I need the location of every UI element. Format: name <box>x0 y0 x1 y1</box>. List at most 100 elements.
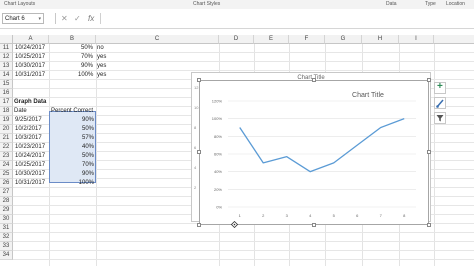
col-header-b[interactable]: B <box>49 35 96 44</box>
cell-b12[interactable]: 70% <box>81 53 93 62</box>
row-header-31[interactable]: 31 <box>0 224 13 233</box>
row-header-13[interactable]: 13 <box>0 62 13 71</box>
cell-b13[interactable]: 90% <box>81 62 93 71</box>
date-header[interactable]: Date <box>14 107 27 116</box>
row-header-29[interactable]: 29 <box>0 206 13 215</box>
graph-value-cell[interactable]: 90% <box>0 170 94 179</box>
resize-handle[interactable] <box>427 78 431 82</box>
formula-bar: Chart 6 ▾ ✕ ✓ fx <box>0 9 474 29</box>
col-header-f[interactable]: F <box>289 35 325 44</box>
data-label[interactable]: Data <box>386 1 397 7</box>
plus-icon: + <box>437 81 443 92</box>
chart-styles-label[interactable]: Chart Styles <box>193 1 220 7</box>
series-line[interactable] <box>239 118 405 173</box>
col-header-c[interactable]: C <box>96 35 219 44</box>
x-tick-label: 5 <box>333 213 336 218</box>
y-tick-label: 0% <box>216 205 222 210</box>
chart-title[interactable]: Chart Title <box>352 92 384 99</box>
select-all-corner[interactable] <box>0 35 13 44</box>
col-header-a[interactable]: A <box>13 35 49 44</box>
col-header-g[interactable]: G <box>325 35 362 44</box>
row-header-15[interactable]: 15 <box>0 80 13 89</box>
separator <box>55 13 56 24</box>
row-header-18[interactable]: 18 <box>0 107 13 116</box>
formula-input[interactable] <box>100 13 473 24</box>
row-header-28[interactable]: 28 <box>0 197 13 206</box>
row-header-32[interactable]: 32 <box>0 233 13 242</box>
row-header-16[interactable]: 16 <box>0 89 13 98</box>
resize-handle[interactable] <box>197 223 201 227</box>
y-tick-label: 80% <box>214 134 222 139</box>
resize-handle[interactable] <box>197 150 201 154</box>
gridline <box>13 259 474 260</box>
enter-icon[interactable]: ✓ <box>74 13 81 24</box>
col-header-e[interactable]: E <box>254 35 289 44</box>
chevron-down-icon[interactable]: ▾ <box>38 14 41 25</box>
col-header-i[interactable]: I <box>399 35 434 44</box>
cancel-icon[interactable]: ✕ <box>61 13 68 24</box>
graph-value-cell[interactable]: 57% <box>0 134 94 143</box>
line-chart[interactable]: Chart Title 0% 20% 40% 60% 80% 100% 120% 1 2 3 4 5 6 7… <box>199 80 429 225</box>
axis-tick-label: 12 <box>194 85 199 90</box>
fx-icon[interactable]: fx <box>88 13 94 24</box>
percent-correct-header[interactable]: Percent Correct <box>51 107 93 116</box>
graph-data-heading[interactable]: Graph Data <box>14 98 46 107</box>
resize-handle[interactable] <box>427 150 431 154</box>
name-box[interactable]: Chart 6 ▾ <box>2 13 44 24</box>
cell-a13[interactable]: 10/30/2017 <box>15 62 45 71</box>
row-header-17[interactable]: 17 <box>0 98 13 107</box>
x-tick-label: 8 <box>403 213 406 218</box>
location-label[interactable]: Location <box>446 1 465 7</box>
cell-c13[interactable]: yes <box>97 62 106 71</box>
chart-styles-button[interactable] <box>434 97 446 109</box>
graph-value-cell[interactable]: 100% <box>0 179 94 188</box>
row-header-14[interactable]: 14 <box>0 71 13 80</box>
graph-value-cell[interactable]: 50% <box>0 125 94 134</box>
col-header-h[interactable]: H <box>362 35 399 44</box>
cell-b14[interactable]: 100% <box>78 71 93 80</box>
row-header-33[interactable]: 33 <box>0 242 13 251</box>
cell-c11[interactable]: no <box>97 44 104 53</box>
y-tick-label: 100% <box>212 116 223 121</box>
row-header-30[interactable]: 30 <box>0 215 13 224</box>
axis-tick-label: 10 <box>194 105 199 110</box>
x-tick-label: 3 <box>286 213 289 218</box>
axis-tick-label: 4 <box>194 165 197 170</box>
resize-handle[interactable] <box>312 223 316 227</box>
graph-value-cell[interactable]: 70% <box>0 161 94 170</box>
resize-handle[interactable] <box>427 223 431 227</box>
chart-filters-button[interactable] <box>434 112 446 124</box>
chart-plot: Chart Title 0% 20% 40% 60% 80% 100% 120% 1 2 3 4 5 6 7… <box>212 92 416 218</box>
cell-a12[interactable]: 10/25/2017 <box>15 53 45 62</box>
gridline <box>13 250 474 251</box>
brush-icon <box>436 99 444 108</box>
row-header-34[interactable]: 34 <box>0 251 13 260</box>
move-cursor-icon <box>231 221 238 228</box>
row-header-12[interactable]: 12 <box>0 53 13 62</box>
resize-handle[interactable] <box>312 78 316 82</box>
cell-c12[interactable]: yes <box>97 53 106 62</box>
axis-tick-label: 2 <box>194 185 197 190</box>
chart-elements-button[interactable]: + <box>434 81 446 94</box>
col-header-blank <box>434 35 474 44</box>
cell-b11[interactable]: 50% <box>81 44 93 53</box>
col-header-d[interactable]: D <box>219 35 254 44</box>
cell-a14[interactable]: 10/31/2017 <box>15 71 45 80</box>
graph-value-cell[interactable]: 50% <box>0 152 94 161</box>
filter-icon <box>436 115 444 122</box>
x-tick-label: 4 <box>309 213 312 218</box>
resize-handle[interactable] <box>197 78 201 82</box>
row-header-11[interactable]: 11 <box>0 44 13 53</box>
axis-tick-label: 8 <box>194 125 197 130</box>
gridline <box>13 232 474 233</box>
cell-a11[interactable]: 10/24/2017 <box>15 44 45 53</box>
type-label[interactable]: Type <box>425 1 436 7</box>
y-tick-label: 60% <box>214 152 222 157</box>
graph-value-cell[interactable]: 90% <box>0 116 94 125</box>
axis-tick-label: 6 <box>194 145 197 150</box>
cell-c14[interactable]: yes <box>97 71 106 80</box>
x-tick-label: 6 <box>356 213 359 218</box>
graph-value-cell[interactable]: 40% <box>0 143 94 152</box>
chart-layouts-label[interactable]: Chart Layouts <box>4 1 35 7</box>
row-header-27[interactable]: 27 <box>0 188 13 197</box>
